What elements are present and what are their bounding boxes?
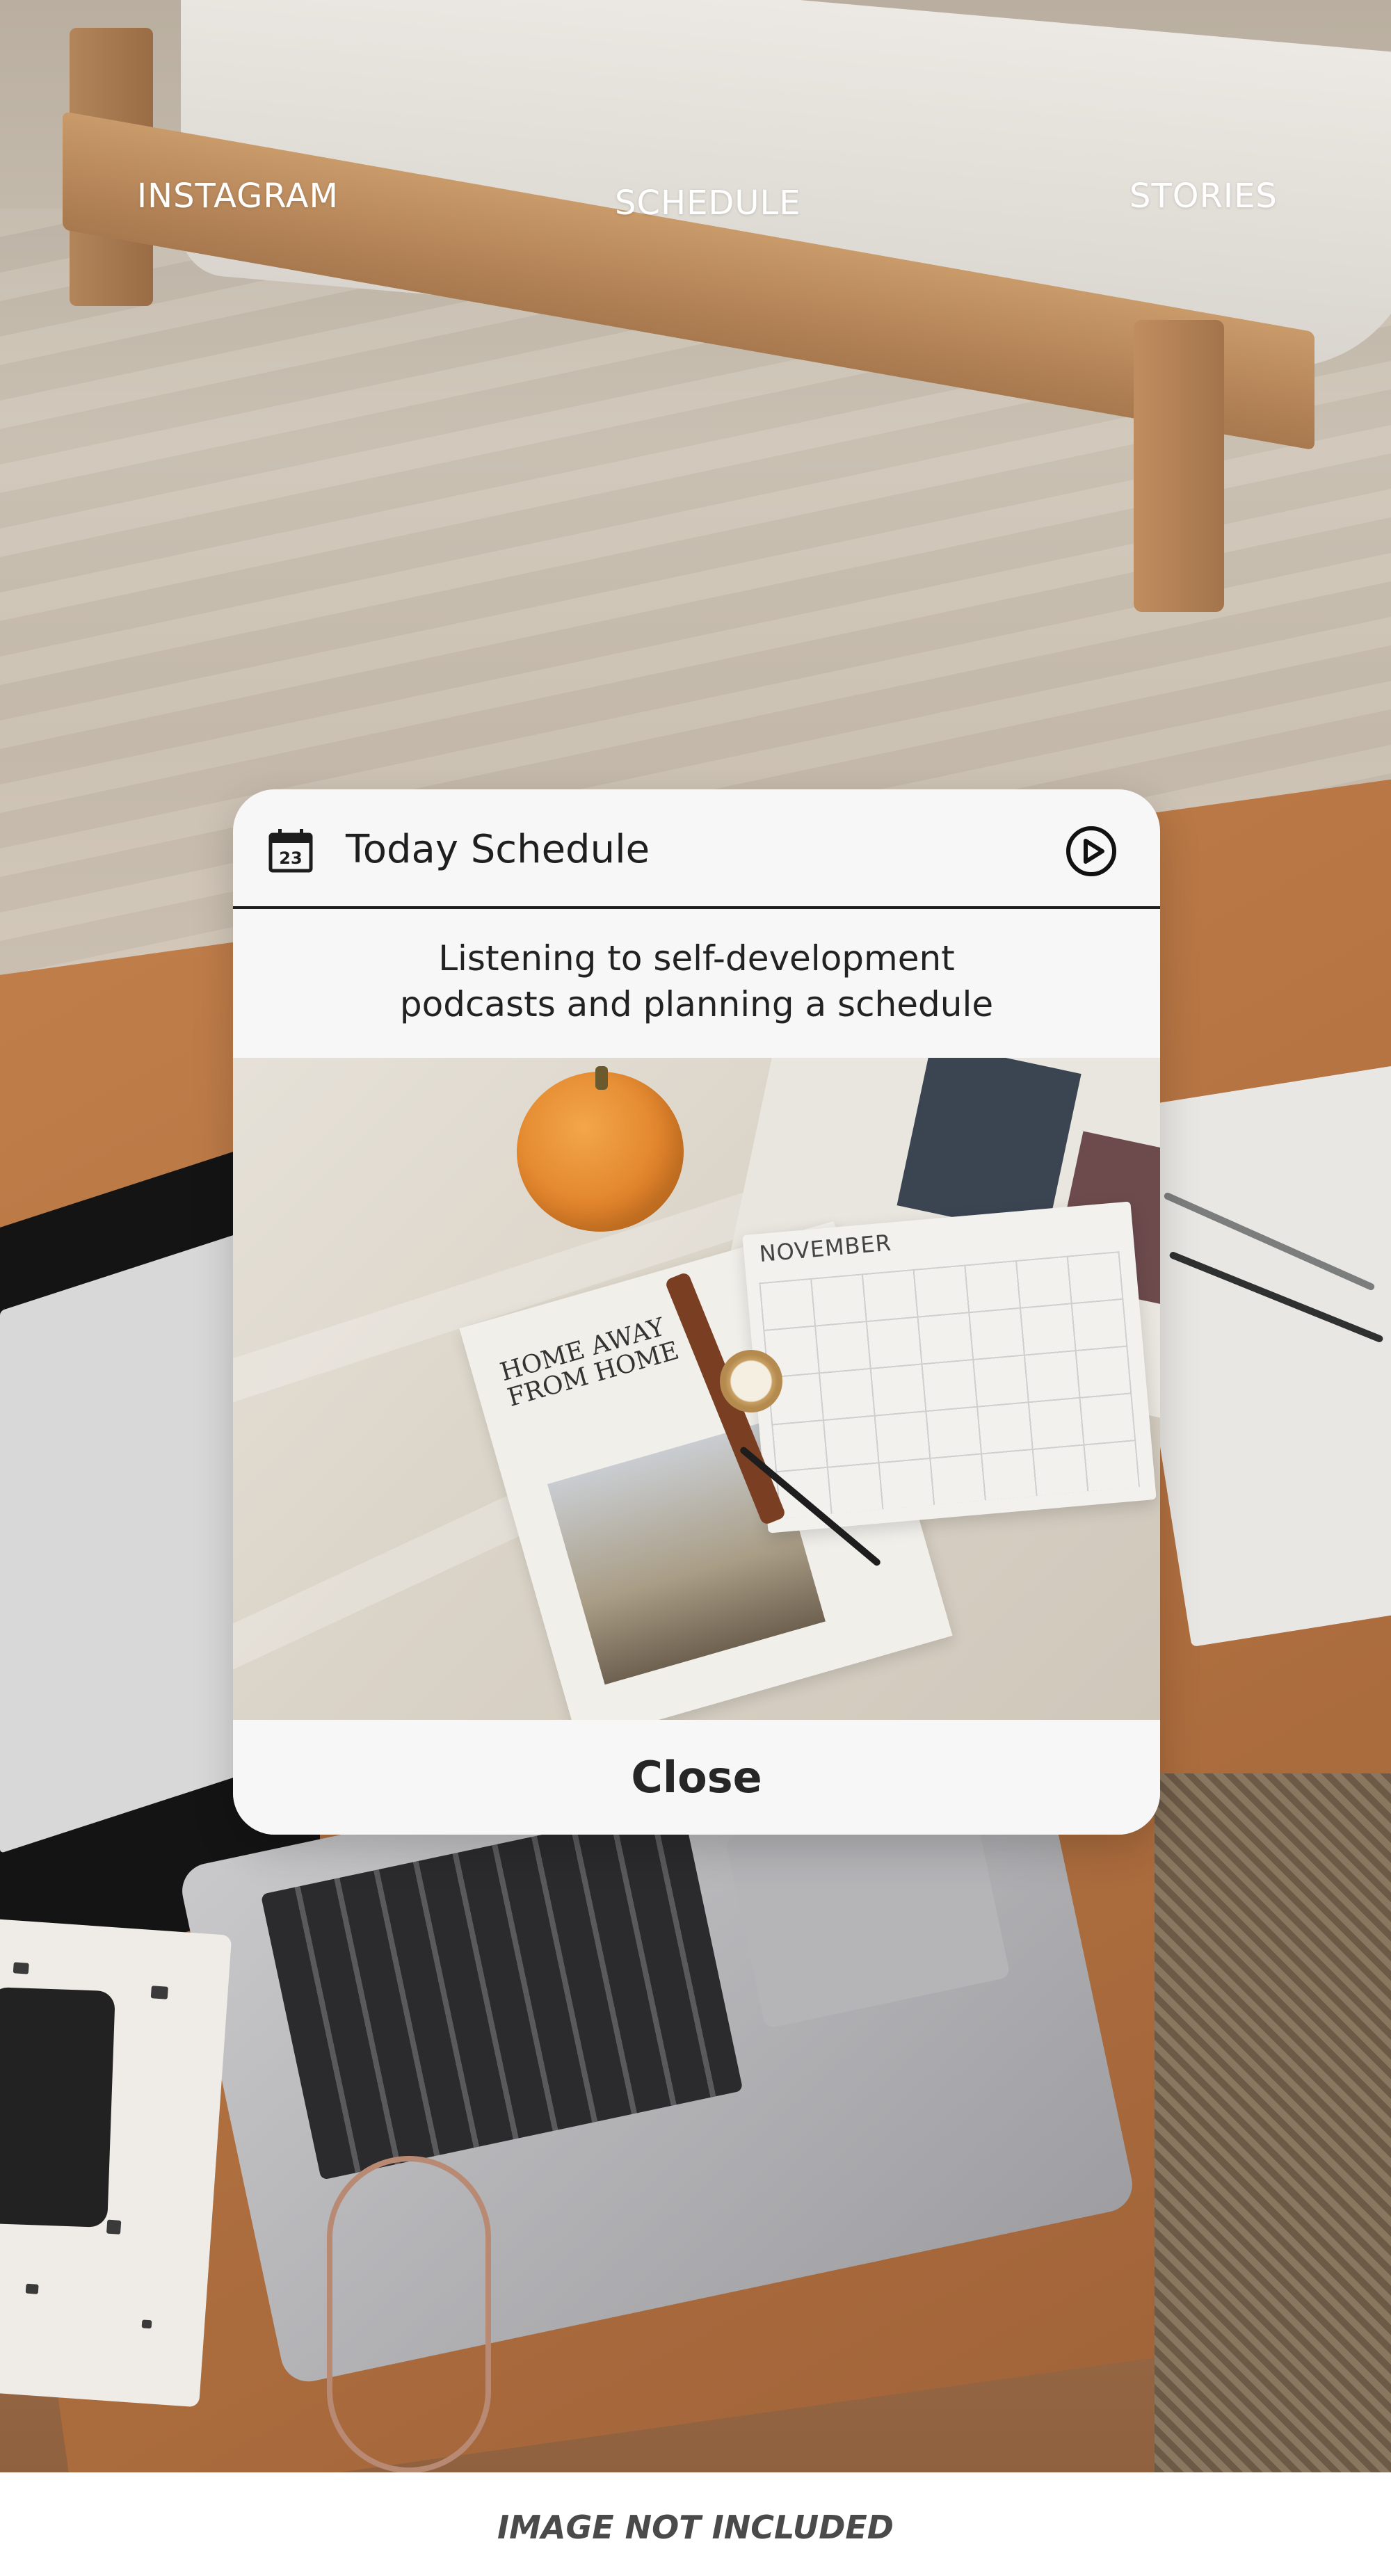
planner: NOVEMBER bbox=[742, 1201, 1157, 1533]
dialog-title: Today Schedule bbox=[346, 827, 650, 872]
bed-leg bbox=[1134, 320, 1224, 612]
dialog-footer: Close bbox=[233, 1720, 1160, 1835]
terrazzo-dot bbox=[150, 1986, 168, 1999]
nav-item-stories[interactable]: STORIES bbox=[1129, 177, 1278, 216]
story-screen: INSTAGRAM SCHEDULE STORIES 23 Today Sche… bbox=[0, 0, 1391, 2576]
rug bbox=[1155, 1773, 1391, 2472]
calendar-icon: 23 bbox=[268, 828, 314, 874]
bed bbox=[63, 0, 1391, 612]
terrazzo-dot bbox=[106, 2219, 122, 2235]
calendar-day: 23 bbox=[279, 848, 302, 868]
terrazzo-dot bbox=[13, 1962, 29, 1974]
terrazzo-dot bbox=[141, 2319, 152, 2329]
top-nav: INSTAGRAM SCHEDULE STORIES bbox=[0, 167, 1391, 236]
nav-item-schedule[interactable]: SCHEDULE bbox=[615, 184, 801, 223]
dialog-header: 23 Today Schedule bbox=[233, 789, 1160, 909]
schedule-dialog: 23 Today Schedule Listening to self-deve… bbox=[233, 789, 1160, 1835]
bottom-strip: IMAGE NOT INCLUDED bbox=[0, 2472, 1391, 2576]
description-line: Listening to self-development bbox=[438, 938, 955, 979]
close-button[interactable]: Close bbox=[233, 1720, 1160, 1835]
dialog-description: Listening to self-development podcasts a… bbox=[233, 935, 1160, 1027]
smartphone bbox=[0, 1986, 115, 2228]
watch bbox=[720, 1350, 782, 1412]
dialog-photo: HOME AWAY FROM HOME NOVEMBER bbox=[233, 1058, 1160, 1720]
keyboard bbox=[260, 1805, 743, 2180]
eyeglasses bbox=[327, 2156, 491, 2473]
terrazzo-dot bbox=[25, 2283, 39, 2294]
pumpkin bbox=[517, 1066, 684, 1232]
magazine-headline: HOME AWAY FROM HOME bbox=[497, 1312, 682, 1412]
planner-month: NOVEMBER bbox=[758, 1229, 893, 1268]
planner-grid bbox=[759, 1251, 1141, 1519]
image-not-included-label: IMAGE NOT INCLUDED bbox=[497, 2508, 894, 2546]
play-circle-icon[interactable] bbox=[1064, 824, 1118, 878]
description-line: podcasts and planning a schedule bbox=[399, 984, 994, 1024]
pumpkin-stem bbox=[595, 1066, 608, 1090]
nav-item-instagram[interactable]: INSTAGRAM bbox=[137, 177, 339, 216]
